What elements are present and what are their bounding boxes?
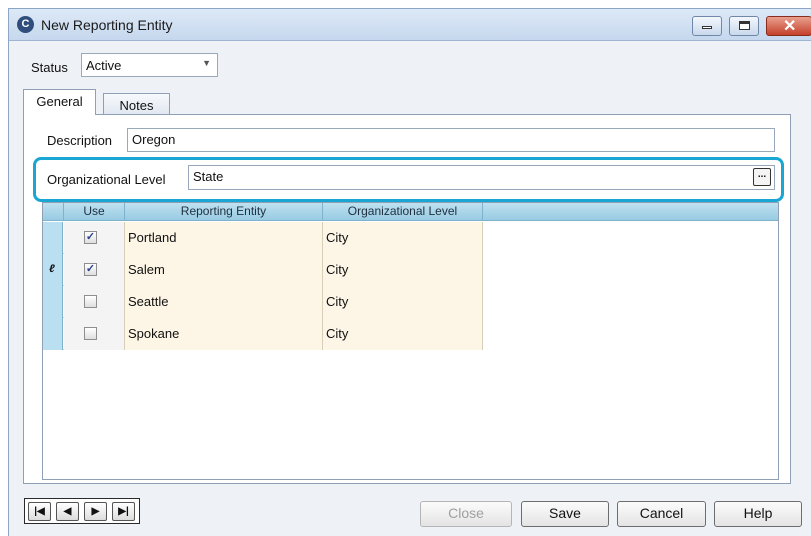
reporting-entity-grid: Use Reporting Entity Organizational Leve…	[42, 202, 779, 480]
tab-notes[interactable]: Notes	[103, 93, 170, 116]
org-level-label: Organizational Level	[47, 172, 166, 187]
close-window-button[interactable]: ✕	[766, 16, 811, 36]
window-title: New Reporting Entity	[41, 17, 173, 33]
title-bar[interactable]: C New Reporting Entity ✕	[9, 9, 811, 41]
status-value: Active	[86, 58, 122, 73]
table-row[interactable]: Spokane City	[43, 318, 483, 350]
org-level-field[interactable]: State	[188, 165, 775, 190]
table-row[interactable]: Seattle City	[43, 286, 483, 318]
org-level-cell[interactable]: City	[323, 254, 483, 286]
org-level-cell[interactable]: City	[323, 318, 483, 350]
next-record-icon[interactable]: ▶	[84, 502, 107, 521]
org-level-cell[interactable]: City	[323, 222, 483, 254]
row-selector[interactable]	[43, 318, 63, 350]
grid-header-selector	[43, 203, 64, 221]
table-row[interactable]: ✓ Portland City	[43, 222, 483, 254]
chevron-down-icon: ▼	[202, 58, 211, 68]
reporting-entity-cell[interactable]: Seattle	[125, 286, 323, 318]
reporting-entity-cell[interactable]: Salem	[125, 254, 323, 286]
use-cell: ✓	[64, 254, 125, 286]
maximize-icon	[739, 21, 750, 30]
table-row[interactable]: ℓ ✓ Salem City	[43, 254, 483, 286]
minimize-icon	[702, 26, 712, 29]
use-checkbox[interactable]	[84, 295, 97, 308]
prev-record-icon[interactable]: ◀	[56, 502, 79, 521]
save-button[interactable]: Save	[521, 501, 609, 527]
column-header-reporting-entity[interactable]: Reporting Entity	[125, 203, 323, 221]
use-checkbox[interactable]	[84, 327, 97, 340]
close-button[interactable]: Close	[420, 501, 512, 527]
reporting-entity-cell[interactable]: Portland	[125, 222, 323, 254]
first-record-icon[interactable]: |◀	[28, 502, 51, 521]
grid-header: Use Reporting Entity Organizational Leve…	[43, 203, 778, 221]
help-button[interactable]: Help	[714, 501, 802, 527]
row-selector[interactable]	[43, 222, 63, 254]
description-label: Description	[47, 133, 113, 148]
use-checkbox[interactable]: ✓	[84, 263, 97, 276]
last-record-icon[interactable]: ▶|	[112, 502, 135, 521]
row-selector[interactable]	[43, 286, 63, 318]
row-editing-pencil-icon[interactable]: ℓ	[43, 254, 63, 286]
minimize-button[interactable]	[692, 16, 722, 36]
org-level-cell[interactable]: City	[323, 286, 483, 318]
column-header-use[interactable]: Use	[64, 203, 125, 221]
maximize-button[interactable]	[729, 16, 759, 36]
status-dropdown[interactable]: Active ▼	[81, 53, 218, 77]
column-header-organizational-level[interactable]: Organizational Level	[323, 203, 483, 221]
use-checkbox[interactable]: ✓	[84, 231, 97, 244]
app-logo-icon: C	[17, 16, 34, 33]
tab-general[interactable]: General	[23, 89, 96, 115]
use-cell: ✓	[64, 222, 125, 254]
status-label: Status	[31, 60, 68, 75]
description-field[interactable]: Oregon	[127, 128, 775, 152]
cancel-button[interactable]: Cancel	[617, 501, 706, 527]
record-navigator: |◀ ◀ ▶ ▶|	[24, 498, 140, 524]
org-level-browse-button[interactable]: ...	[753, 168, 771, 186]
use-cell	[64, 286, 125, 318]
reporting-entity-cell[interactable]: Spokane	[125, 318, 323, 350]
close-icon: ✕	[783, 18, 797, 35]
use-cell	[64, 318, 125, 350]
